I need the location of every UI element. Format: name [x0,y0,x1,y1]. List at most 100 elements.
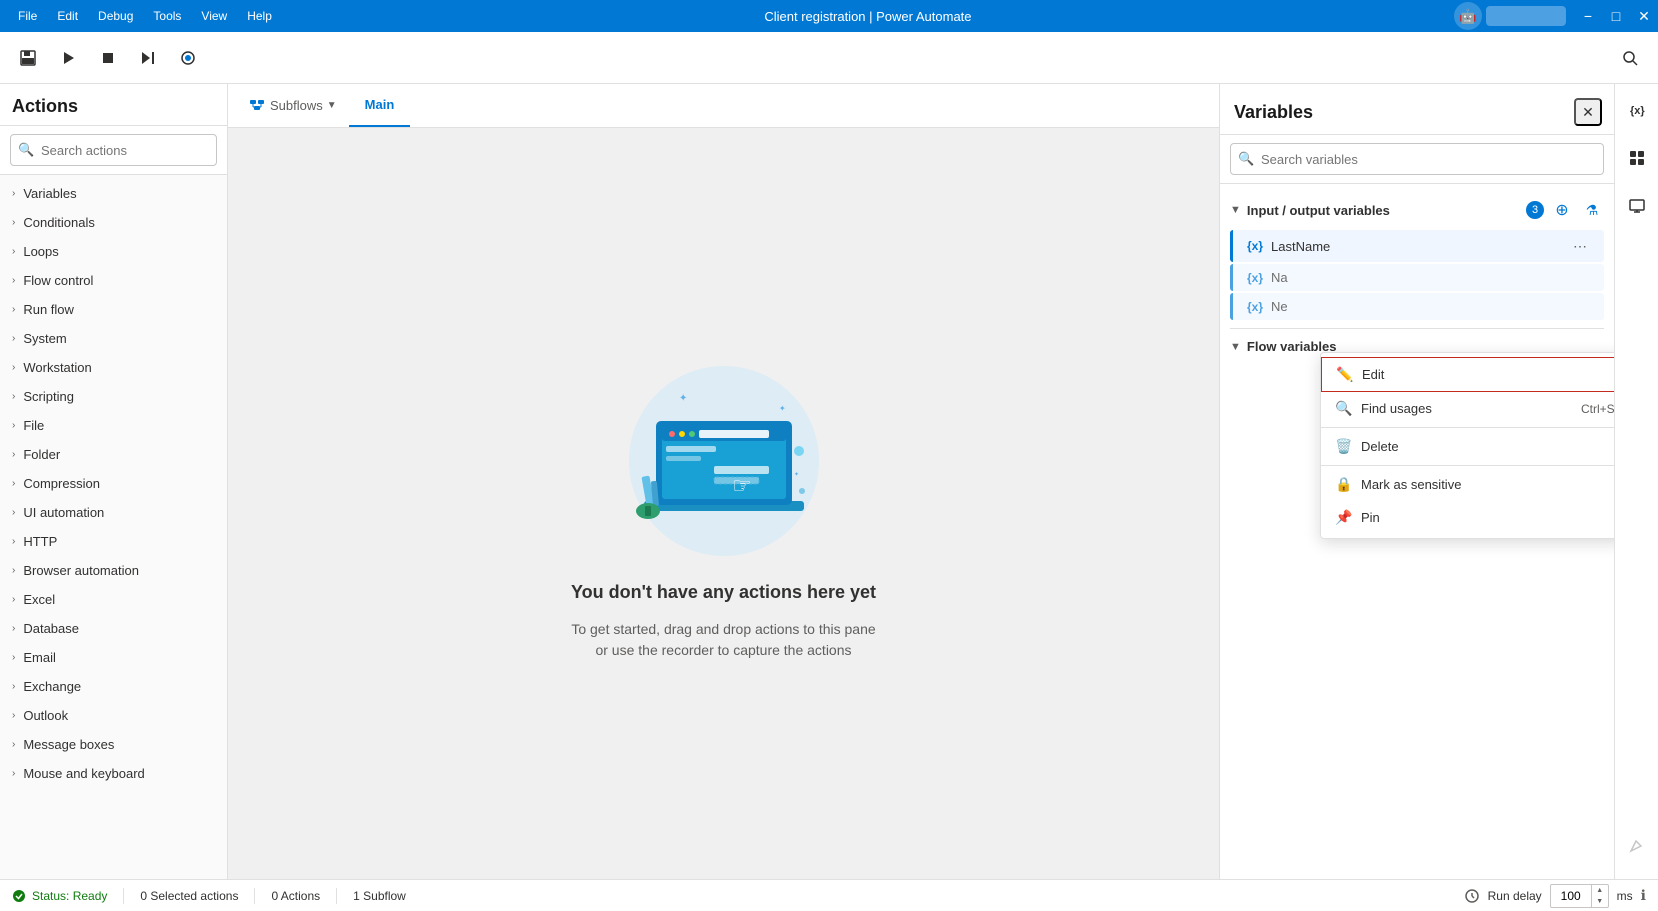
context-menu-edit[interactable]: ✏️ Edit [1321,357,1614,392]
chevron-icon: › [12,304,15,315]
close-button[interactable]: ✕ [1630,2,1658,30]
action-item-file[interactable]: › File [0,411,227,440]
actions-search-input[interactable] [10,134,217,166]
filter-variables-button[interactable]: ⚗ [1580,198,1604,222]
context-menu-delete[interactable]: 🗑️ Delete Del [1321,430,1614,463]
stop-button[interactable] [92,42,124,74]
action-item-system[interactable]: › System [0,324,227,353]
variable-item-ne[interactable]: {x} Ne [1230,293,1604,320]
variables-close-button[interactable]: ✕ [1574,98,1602,126]
menu-debug[interactable]: Debug [88,0,143,32]
section-separator [1230,328,1604,329]
add-variable-button[interactable]: ⊕ [1550,198,1574,222]
context-menu-mark-sensitive[interactable]: 🔒 Mark as sensitive [1321,468,1614,501]
chevron-icon: › [12,449,15,460]
run-button[interactable] [52,42,84,74]
run-delay-down-button[interactable]: ▼ [1592,896,1608,907]
menu-tools[interactable]: Tools [143,0,191,32]
run-delay-info-button[interactable]: ℹ [1641,887,1646,904]
action-item-flow-control[interactable]: › Flow control [0,266,227,295]
variables-title: Variables [1234,102,1313,123]
flow-empty-subtitle: To get started, drag and drop actions to… [571,619,875,661]
user-avatar [1486,6,1566,26]
variable-item-lastname[interactable]: {x} LastName ⋯ [1230,230,1604,262]
action-item-browser-automation[interactable]: › Browser automation [0,556,227,585]
svg-text:✦: ✦ [679,393,687,404]
section-chevron-icon: ▼ [1230,341,1241,353]
action-item-conditionals[interactable]: › Conditionals [0,208,227,237]
action-item-run-flow[interactable]: › Run flow [0,295,227,324]
edit-icon: ✏️ [1336,366,1352,383]
actions-header: Actions [0,84,227,126]
variable-icon: {x} [1247,239,1263,253]
menu-help[interactable]: Help [237,0,282,32]
action-item-message-boxes[interactable]: › Message boxes [0,730,227,759]
action-item-database[interactable]: › Database [0,614,227,643]
maximize-button[interactable]: □ [1602,2,1630,30]
assets-panel-toggle[interactable] [1619,140,1655,176]
status-divider-2 [254,888,255,904]
run-delay-unit: ms [1617,889,1633,903]
subflows-label: Subflows [270,98,323,113]
screen-panel-toggle[interactable] [1619,188,1655,224]
tab-subflows[interactable]: Subflows ▼ [236,84,349,127]
chevron-icon: › [12,768,15,779]
delete-icon: 🗑️ [1335,438,1351,455]
action-item-loops[interactable]: › Loops [0,237,227,266]
title-bar: File Edit Debug Tools View Help Client r… [0,0,1658,32]
flow-illustration: ✦ ✦ ✦ ✦ [584,346,864,566]
eraser-button[interactable] [1619,827,1655,863]
right-icon-panel: {x} [1614,84,1658,879]
action-item-mouse-keyboard[interactable]: › Mouse and keyboard [0,759,227,788]
status-ready: Status: Ready [12,889,107,903]
sensitive-icon: 🔒 [1335,476,1351,493]
run-delay-input-wrapper: ▲ ▼ [1550,884,1609,908]
chevron-icon: › [12,362,15,373]
toolbar-search-button[interactable] [1614,42,1646,74]
action-item-excel[interactable]: › Excel [0,585,227,614]
chevron-icon: › [12,710,15,721]
variables-search-container: 🔍 [1220,135,1614,184]
input-output-section-header[interactable]: ▼ Input / output variables 3 ⊕ ⚗ [1220,192,1614,228]
context-menu-separator-2 [1321,465,1614,466]
tab-main[interactable]: Main [349,84,411,127]
variables-panel: Variables ✕ 🔍 ▼ Input / output variables… [1219,84,1614,879]
input-output-section-title: Input / output variables [1247,203,1520,218]
chevron-icon: › [12,333,15,344]
variables-header: Variables ✕ [1220,84,1614,135]
run-delay-input[interactable] [1551,888,1591,904]
context-menu-find-usages[interactable]: 🔍 Find usages Ctrl+Shift+F [1321,392,1614,425]
save-button[interactable] [12,42,44,74]
action-item-email[interactable]: › Email [0,643,227,672]
action-item-exchange[interactable]: › Exchange [0,672,227,701]
actions-count-status: 0 Actions [271,889,320,903]
status-ready-icon [12,889,26,903]
minimize-button[interactable]: − [1574,2,1602,30]
action-item-http[interactable]: › HTTP [0,527,227,556]
search-icon: 🔍 [1335,400,1351,417]
svg-text:✦: ✦ [794,471,799,478]
chevron-icon: › [12,681,15,692]
subflow-status: 1 Subflow [353,889,406,903]
action-item-outlook[interactable]: › Outlook [0,701,227,730]
variable-item-na[interactable]: {x} Na [1230,264,1604,291]
variables-panel-toggle[interactable]: {x} [1619,92,1655,128]
action-item-scripting[interactable]: › Scripting [0,382,227,411]
action-item-folder[interactable]: › Folder [0,440,227,469]
action-item-variables[interactable]: › Variables [0,179,227,208]
action-item-ui-automation[interactable]: › UI automation [0,498,227,527]
record-button[interactable] [172,42,204,74]
action-item-workstation[interactable]: › Workstation [0,353,227,382]
menu-edit[interactable]: Edit [47,0,88,32]
chevron-icon: › [12,652,15,663]
variable-menu-button-lastname[interactable]: ⋯ [1570,236,1590,256]
chevron-icon: › [12,188,15,199]
variables-search-input[interactable] [1230,143,1604,175]
menu-view[interactable]: View [191,0,237,32]
next-step-button[interactable] [132,42,164,74]
context-menu-pin[interactable]: 📌 Pin [1321,501,1614,534]
menu-file[interactable]: File [8,0,47,32]
actions-search-icon: 🔍 [18,142,34,158]
action-item-compression[interactable]: › Compression [0,469,227,498]
run-delay-up-button[interactable]: ▲ [1592,885,1608,896]
